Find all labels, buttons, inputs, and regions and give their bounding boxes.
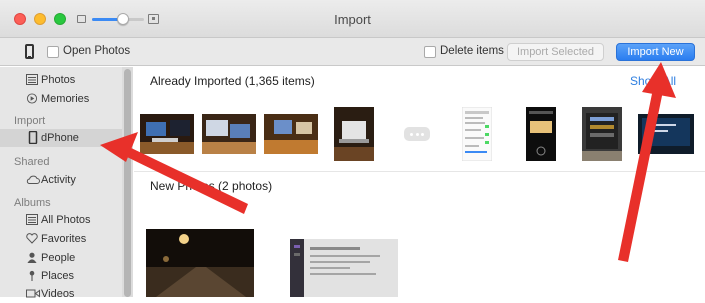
- import-selected-button[interactable]: Import Selected: [507, 43, 604, 61]
- sidebar-item-label: Videos: [41, 288, 75, 300]
- sidebar-item-places[interactable]: Places: [0, 267, 122, 285]
- window-titlebar: Import: [0, 0, 705, 38]
- import-new-button[interactable]: Import New: [616, 43, 695, 61]
- open-photos-label: Open Photos: [63, 45, 131, 57]
- delete-items-label: Delete items: [440, 45, 504, 57]
- video-camera-icon: [26, 289, 40, 298]
- section-divider: [134, 171, 705, 172]
- window-title: Import: [334, 12, 371, 27]
- sidebar-item-label: All Photos: [41, 214, 91, 226]
- open-photos-checkbox[interactable]: [47, 46, 59, 58]
- sidebar-item-favorites[interactable]: Favorites: [0, 230, 122, 248]
- imported-photo-thumbnail[interactable]: [202, 114, 256, 154]
- delete-items-checkbox[interactable]: [424, 46, 436, 58]
- iphone-icon: [28, 131, 38, 144]
- sidebar-item-label: Photos: [41, 74, 76, 86]
- sidebar-item-label: dPhone: [41, 132, 79, 144]
- pin-icon: [29, 270, 35, 281]
- imported-screenshot-thumbnail[interactable]: [462, 107, 492, 161]
- iphone-icon: [25, 44, 34, 59]
- import-toolbar: Open Photos Delete items Import Selected…: [0, 38, 705, 66]
- imported-photo-thumbnail[interactable]: [140, 114, 194, 154]
- sidebar-item-people[interactable]: People: [0, 249, 122, 267]
- more-items-indicator[interactable]: [404, 127, 430, 141]
- sidebar-item-all-photos[interactable]: All Photos: [0, 211, 122, 229]
- sidebar-item-photos[interactable]: Photos: [0, 71, 122, 89]
- import-content: Already Imported (1,365 items) Show All …: [134, 67, 705, 297]
- photos-icon: [26, 74, 38, 85]
- cloud-icon: [26, 175, 40, 184]
- sidebar-item-memories[interactable]: Memories: [0, 90, 122, 108]
- new-photo-thumbnail[interactable]: [146, 229, 254, 297]
- sidebar-scrollbar-thumb[interactable]: [124, 69, 131, 297]
- imported-screen-photo-thumbnail[interactable]: [638, 114, 694, 154]
- sidebar-item-label: Places: [41, 270, 75, 282]
- sidebar-header-import: Import: [14, 115, 46, 127]
- sidebar-item-label: Memories: [41, 93, 90, 105]
- already-imported-title: Already Imported (1,365 items): [150, 74, 315, 88]
- sidebar-item-activity[interactable]: Activity: [0, 171, 122, 189]
- person-icon: [27, 252, 37, 263]
- sidebar-header-shared: Shared: [14, 156, 50, 168]
- new-photos-title: New Photos (2 photos): [150, 179, 273, 193]
- sidebar-item-label: Favorites: [41, 233, 87, 245]
- show-all-link[interactable]: Show All: [630, 74, 676, 88]
- heart-icon: [26, 233, 38, 244]
- sidebar-item-dphone[interactable]: dPhone: [0, 129, 122, 147]
- sidebar-item-videos[interactable]: Videos: [0, 285, 122, 303]
- sidebar-header-albums: Albums: [14, 197, 51, 209]
- imported-photo-thumbnail[interactable]: [582, 107, 622, 161]
- imported-photo-thumbnail[interactable]: [334, 107, 374, 161]
- new-photo-thumbnail[interactable]: [290, 239, 398, 297]
- all-photos-icon: [26, 214, 38, 225]
- imported-lockscreen-thumbnail[interactable]: [526, 107, 556, 161]
- sidebar-item-label: People: [41, 252, 76, 264]
- sidebar: Photos Memories Import dPhone Shared Act…: [0, 67, 133, 300]
- memories-icon: [26, 93, 38, 104]
- sidebar-item-label: Activity: [41, 174, 76, 186]
- sidebar-scrollbar[interactable]: [122, 67, 133, 297]
- imported-photo-thumbnail[interactable]: [264, 114, 318, 154]
